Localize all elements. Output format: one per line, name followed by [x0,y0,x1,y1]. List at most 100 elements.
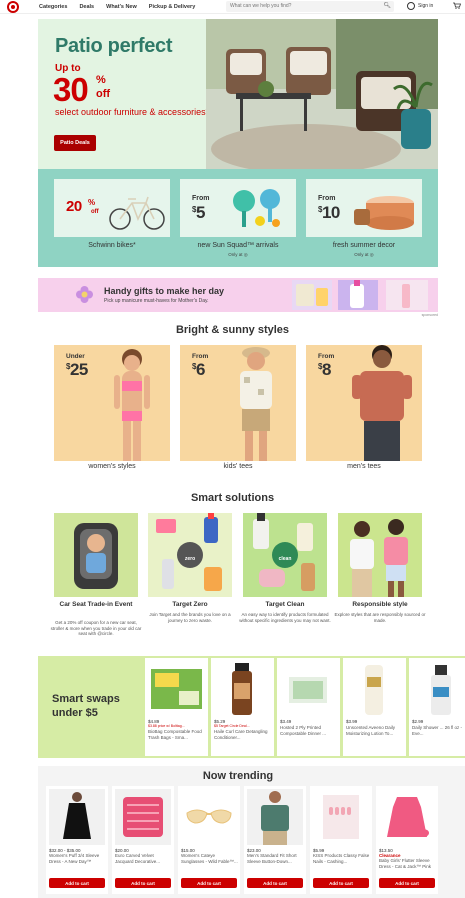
offer-only-at: Only at ◎ [354,252,374,257]
product-name[interactable]: Women's Puff 3/4 Sleeve Dress - A New Da… [49,853,107,864]
offer-percent-sign: % [88,198,96,207]
offer-from: From [192,195,210,202]
solution-desc-target-clean: An easy way to identify products formula… [239,612,331,623]
product-name[interactable]: Haile Curl Care Detangling Conditioner..… [214,729,272,740]
product-name[interactable]: Euro Carved Velvet Jacquard Decorative..… [115,853,173,864]
swap-product-card[interactable]: $3.99 Unscented Aveeno Daily Moisturizin… [343,658,406,756]
offer-caption-sun-squad[interactable]: new Sun Squad™ arrivals [173,242,303,249]
offer-card-summer-decor[interactable]: From $10 [306,179,422,237]
offer-caption-summer-decor[interactable]: fresh summer decor [299,242,429,249]
style-card-kids[interactable]: From $6 [180,345,296,461]
page: Categories Deals What's New Pickup & Del… [0,0,465,898]
solution-desc-target-zero: Join Target and the brands you love on a… [149,612,231,623]
swap-product-card[interactable]: $4.89 $3.88 price w/ Bolttag... BioBag C… [145,658,208,756]
product-image-aveeno [365,665,383,715]
style-label-women[interactable]: women's styles [54,463,170,470]
trending-product-card[interactable]: $13.50 Clearance Baby Girls' Flutter Sle… [376,786,438,894]
sun-squad-image [233,189,280,227]
target-logo[interactable] [7,0,19,13]
add-to-cart-button[interactable]: Add to cart [181,878,237,888]
product-name[interactable]: BioBag Compostable Food Trash Bags - Sma… [148,729,206,740]
nav-pickup-delivery[interactable]: Pickup & Delivery [149,4,195,10]
product-name[interactable]: Unscented Aveeno Daily Moisturizing Loti… [346,725,404,736]
style-label-men[interactable]: men's tees [306,463,422,470]
product-name[interactable]: Daily Shower ... 26 fl oz - Eve... [412,725,464,736]
add-to-cart-button[interactable]: Add to cart [247,878,303,888]
car-seat-image [74,523,118,589]
hero-percent-sign: % [96,74,106,86]
solution-card-target-clean[interactable]: clean [243,513,327,597]
trending-product-card[interactable]: $5.99 KISS Products Classy False Nails -… [310,786,372,894]
trending-product-card[interactable]: $32.00 - $35.00 Women's Puff 3/4 Sleeve … [46,786,108,894]
product-name[interactable]: Baby Girls' Flutter Sleeve Dress - Cat &… [379,858,437,869]
offers-strip: 20 % off Schwinn bikes* From $5 new Sun … [38,169,438,267]
solution-title-responsible-style[interactable]: Responsible style [334,601,426,608]
solution-title-car-seat[interactable]: Car Seat Trade-in Event [50,601,142,608]
add-to-cart-button[interactable]: Add to cart [379,878,435,888]
add-to-cart-button[interactable]: Add to cart [49,878,105,888]
search-icon[interactable]: 🔍︎ [383,3,391,9]
solution-card-car-seat[interactable] [54,513,138,597]
product-image-sunglasses [181,789,237,845]
offer-caption-bikes[interactable]: Schwinn bikes* [47,242,177,249]
add-to-cart-button[interactable]: Add to cart [115,878,171,888]
responsible-models-image [350,519,408,597]
sponsored-label: sponsored [421,313,438,317]
product-name[interactable]: Men's Standard Fit Short Sleeve Button-D… [247,853,305,864]
account-icon [407,2,415,10]
trending-product-card[interactable]: $20.00 Euro Carved Velvet Jacquard Decor… [112,786,174,894]
zero-products-image [156,513,222,591]
product-image-baby-dress [379,789,435,845]
style-label-kids[interactable]: kids' tees [180,463,296,470]
style-from: From [318,353,335,360]
nav-categories[interactable]: Categories [39,4,67,10]
mothers-day-banner[interactable]: Handy gifts to make her day Pick up mani… [38,278,438,317]
offer-only-at: Only at ◎ [228,252,248,257]
nav-whats-new[interactable]: What's New [106,4,137,10]
add-to-cart-button[interactable]: Add to cart [313,878,369,888]
banner-title: Handy gifts to make her day [104,286,225,296]
nav-deals[interactable]: Deals [79,4,94,10]
solution-title-target-clean[interactable]: Target Clean [239,601,331,608]
decor-image [354,196,414,230]
offer-card-bikes[interactable]: 20 % off [54,179,170,237]
zero-badge: zero [184,556,196,562]
bright-section-title: Bright & sunny styles [175,324,290,336]
signin-label: Sign in [418,3,434,9]
product-name[interactable]: Women's Cateye Sunglasses - Wild Fable™.… [181,853,239,864]
swap-product-card[interactable]: $3.49 Hosted 2 Ply Printed Compostable D… [277,658,340,756]
style-card-women[interactable]: Under $25 [54,345,170,461]
solutions-section-title: Smart solutions [190,492,275,504]
account-menu[interactable]: Sign in [407,2,433,10]
product-name[interactable]: Hosted 2 Ply Printed Compostable Dinner … [280,725,338,736]
solution-card-responsible-style[interactable] [338,513,422,597]
bike-image [109,196,165,230]
offer-from: From [318,195,336,202]
trending-product-card[interactable]: $23.00 Men's Standard Fit Short Sleeve B… [244,786,306,894]
product-price: $3.99 [346,719,358,724]
clean-products-image [253,513,315,591]
hero-percent: 30 [53,71,89,108]
trending-product-card[interactable]: $15.00 Women's Cateye Sunglasses - Wild … [178,786,240,894]
swap-product-card[interactable]: $5.29 $5 Target Circle Deal... Haile Cur… [211,658,274,756]
solution-card-target-zero[interactable]: zero [148,513,232,597]
offer-card-sun-squad[interactable]: From $5 [180,179,296,237]
swap-product-card[interactable]: $2.99 Daily Shower ... 26 fl oz - Eve... [409,658,465,756]
cart-icon[interactable] [453,2,461,9]
now-trending-section: Now trending $32.00 - $35.00 Women's Puf… [38,766,465,898]
hero-banner[interactable]: Patio perfect Up to 30 % off select outd… [38,19,438,169]
women-model-image [114,349,150,461]
product-image-shirt [247,789,303,845]
style-from: From [192,353,209,360]
patio-deals-button[interactable]: Patio Deals [54,135,96,151]
search-input[interactable]: What can we help you find? 🔍︎ [226,1,394,12]
solution-title-target-zero[interactable]: Target Zero [144,601,236,608]
product-image-pillow [115,789,171,845]
product-image-shower-spray [431,665,451,715]
search-placeholder: What can we help you find? [230,3,292,9]
men-model-image [352,345,412,461]
style-card-men[interactable]: From $8 [306,345,422,461]
product-name[interactable]: KISS Products Classy False Nails - Cashi… [313,853,371,864]
product-price: $3.49 [280,719,292,724]
product-sale: $3.88 price w/ Bolttag... [148,724,185,728]
